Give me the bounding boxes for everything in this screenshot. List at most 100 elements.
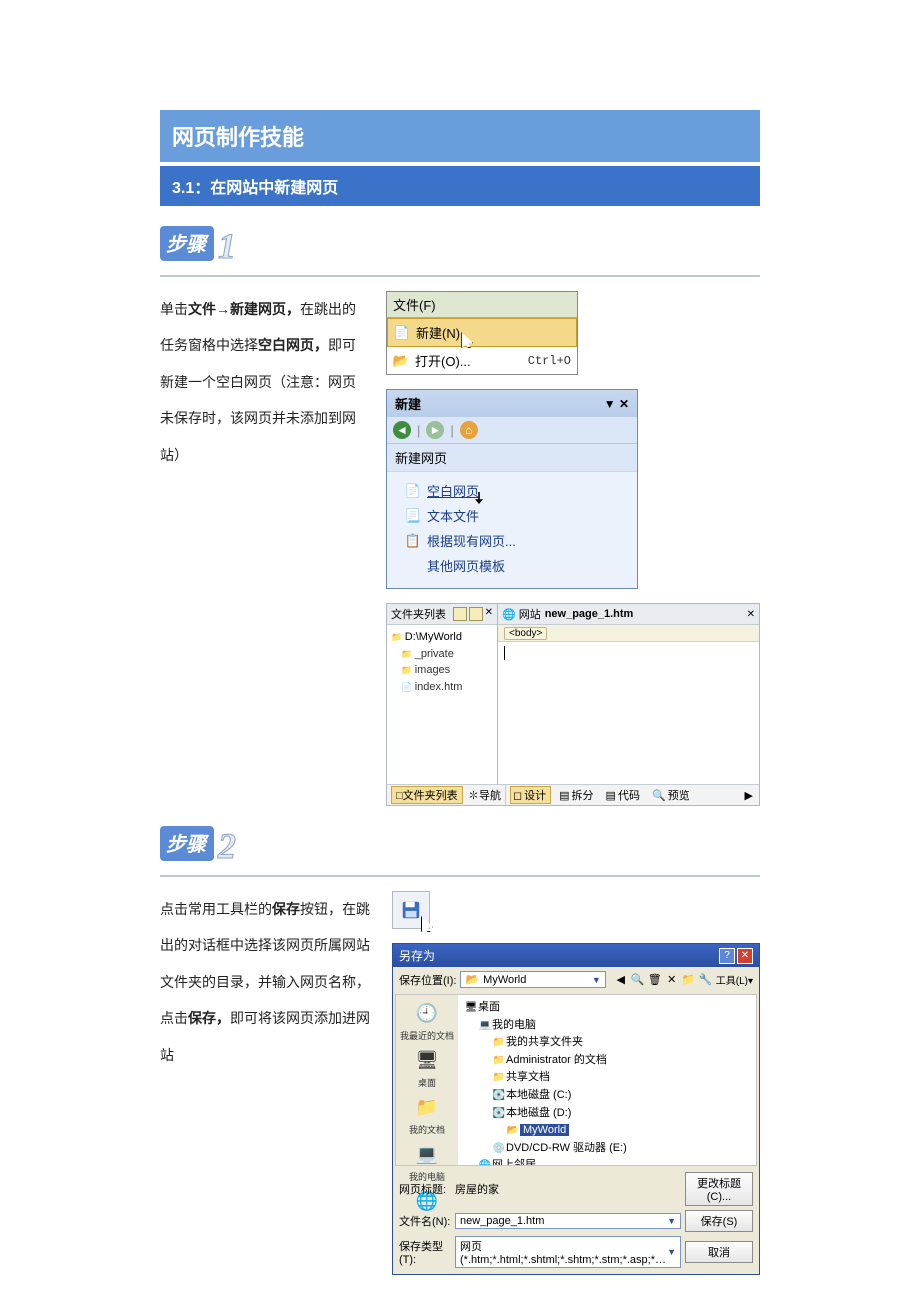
text-bold: 空白网页，: [258, 337, 328, 353]
view-design[interactable]: ◻设计: [510, 786, 551, 804]
nav-back-icon[interactable]: ◄: [393, 421, 411, 439]
tab-close-icon[interactable]: ✕: [747, 609, 755, 620]
tree-row[interactable]: 📁Administrator 的文档: [464, 1052, 750, 1070]
tb-delete-icon[interactable]: 🗑: [648, 972, 662, 986]
editor-canvas[interactable]: [498, 642, 759, 784]
open-folder-icon: 📂: [393, 353, 409, 369]
nav-fwd-icon[interactable]: ►: [426, 421, 444, 439]
menu-item-new[interactable]: 📄 新建(N)..: [387, 318, 577, 347]
step-number: 1: [218, 232, 236, 261]
tree-item[interactable]: images: [391, 662, 493, 679]
tp-item-from-existing[interactable]: 📋 根据现有网页...: [387, 528, 637, 553]
new-page-mini-icon[interactable]: [453, 607, 467, 621]
tree-row[interactable]: 💿DVD/CD-RW 驱动器 (E:): [464, 1140, 750, 1158]
tab-newpage[interactable]: new_page_1.htm: [545, 608, 634, 620]
page-title-value: 房屋的家: [455, 1181, 681, 1197]
text-bold: 文件→新建网页，: [188, 301, 300, 317]
step2-instructions: 点击常用工具栏的保存按钮，在跳出的对话框中选择该网页所属网站文件夹的目录，并输入…: [160, 891, 374, 1073]
folder-tree[interactable]: D:\MyWorld _private images index.htm: [387, 625, 497, 784]
close-mini-icon[interactable]: ✕: [485, 607, 493, 621]
close-button[interactable]: ✕: [737, 948, 753, 964]
file-menu-window: 文件(F) 📄 新建(N).. 📂 打开(O)... Ctrl+O: [386, 291, 578, 375]
tp-item-text-file[interactable]: 📃 文本文件: [387, 503, 637, 528]
task-pane-title: 新建: [395, 394, 421, 413]
editor-tabs: 🌐 网站 new_page_1.htm ✕: [498, 604, 759, 625]
template-icon: [405, 558, 421, 574]
tree-row[interactable]: 🌐网上邻居: [464, 1157, 750, 1165]
step1-label: 步骤 1: [160, 226, 236, 261]
help-button[interactable]: ?: [719, 948, 735, 964]
new-file-icon: 📄: [394, 325, 410, 341]
tree-item[interactable]: index.htm: [391, 679, 493, 696]
saveas-toolbar: ◀ 🔍 🗑 ✕ 📁 🔧 工具(L)▾: [614, 972, 753, 987]
tp-item-label: 根据现有网页...: [427, 531, 516, 550]
filetype-label: 保存类型(T):: [399, 1238, 451, 1266]
location-label: 保存位置(I):: [399, 972, 456, 988]
tp-item-other-template[interactable]: 其他网页模板: [387, 553, 637, 578]
text: 点击常用工具栏的: [160, 901, 272, 917]
step-text: 步骤: [160, 226, 214, 261]
tb-newfolder-icon[interactable]: 📁: [682, 972, 696, 986]
tab-website[interactable]: 🌐 网站: [502, 606, 541, 622]
tree-row[interactable]: 📁共享文档: [464, 1069, 750, 1087]
nav-home-icon[interactable]: ⌂: [460, 421, 478, 439]
save-button[interactable]: 保存(S): [685, 1210, 753, 1232]
step-text: 步骤: [160, 826, 214, 861]
view-split[interactable]: ▤拆分: [557, 787, 597, 803]
tp-item-blank-page[interactable]: 📄 空白网页: [387, 478, 637, 503]
save-button-chip[interactable]: [392, 891, 430, 929]
text-bold: 保存，: [188, 1010, 230, 1026]
places-mycomputer[interactable]: 💻我的电脑: [409, 1140, 445, 1183]
view-preview[interactable]: 🔍预览: [650, 787, 694, 803]
tree-row-selected[interactable]: 📂MyWorld: [464, 1122, 750, 1140]
tb-back-icon[interactable]: ◀: [614, 972, 628, 986]
blank-page-icon: 📄: [405, 483, 421, 499]
cancel-button[interactable]: 取消: [685, 1241, 753, 1263]
filetype-select[interactable]: 网页 (*.htm;*.html;*.shtml;*.shtm;*.stm;*.…: [455, 1236, 681, 1268]
saveas-dialog: 另存为 ? ✕ 保存位置(I): 📂 MyWorld▼ ◀ 🔍 🗑: [392, 943, 760, 1275]
tb-tools-label[interactable]: 工具(L)▾: [716, 972, 753, 987]
change-title-button[interactable]: 更改标题(C)...: [685, 1172, 753, 1206]
tb-search-icon[interactable]: 🔍: [631, 972, 645, 986]
doc-section: 3.1：在网站中新建网页: [160, 166, 760, 206]
folder-list-title: 文件夹列表: [391, 606, 446, 622]
saveas-title-text: 另存为: [399, 947, 435, 964]
saveas-tree[interactable]: 🖥桌面 💻我的电脑 📁我的共享文件夹 📁Administrator 的文档 📁共…: [458, 995, 756, 1165]
status-folderlist[interactable]: □文件夹列表: [391, 786, 463, 804]
task-pane-controls[interactable]: ▼ ✕: [604, 397, 629, 411]
tb-tools-icon[interactable]: 🔧: [699, 972, 713, 986]
tree-row[interactable]: 📁我的共享文件夹: [464, 1034, 750, 1052]
save-icon: [400, 899, 422, 921]
step2-label: 步骤 2: [160, 826, 236, 861]
filename-label: 文件名(N):: [399, 1213, 451, 1229]
tree-row[interactable]: 💽本地磁盘 (D:): [464, 1105, 750, 1123]
tree-row[interactable]: 🖥桌面: [464, 999, 750, 1017]
view-code[interactable]: ▤代码: [604, 787, 644, 803]
location-combo[interactable]: 📂 MyWorld▼: [460, 971, 605, 988]
step-number: 2: [218, 832, 236, 861]
step1-instructions: 单击文件→新建网页，在跳出的任务窗格中选择空白网页，即可新建一个空白网页（注意：…: [160, 291, 368, 473]
tree-item[interactable]: _private: [391, 646, 493, 663]
places-mydocs[interactable]: 📁我的文档: [409, 1093, 445, 1136]
divider: [160, 275, 760, 277]
menu-item-open[interactable]: 📂 打开(O)... Ctrl+O: [387, 347, 577, 374]
status-arrow-icon[interactable]: ▶: [743, 789, 755, 802]
folder-list-header: 文件夹列表 ✕: [387, 604, 497, 625]
doc-title: 网页制作技能: [160, 110, 760, 162]
tb-close-icon[interactable]: ✕: [665, 972, 679, 986]
places-recent[interactable]: 🕘我最近的文档: [400, 999, 454, 1042]
divider: [160, 875, 760, 877]
filename-input[interactable]: new_page_1.htm▼: [455, 1213, 681, 1229]
tree-row[interactable]: 💻我的电脑: [464, 1017, 750, 1035]
file-menu-title[interactable]: 文件(F): [387, 292, 577, 318]
places-desktop[interactable]: 🖥桌面: [411, 1046, 443, 1089]
tag-breadcrumb[interactable]: <body>: [498, 625, 759, 642]
new-folder-mini-icon[interactable]: [469, 607, 483, 621]
status-nav[interactable]: ✽导航: [468, 787, 501, 803]
task-pane-header: 新建 ▼ ✕: [387, 390, 637, 417]
task-pane-section-title: 新建网页: [387, 444, 637, 472]
tree-row[interactable]: 💽本地磁盘 (C:): [464, 1087, 750, 1105]
tree-root[interactable]: D:\MyWorld: [391, 629, 493, 646]
editor-status-bar: □文件夹列表 ✽导航 ◻设计 ▤拆分 ▤代码 🔍预览 ▶: [387, 784, 759, 805]
tp-item-label: 文本文件: [427, 506, 479, 525]
